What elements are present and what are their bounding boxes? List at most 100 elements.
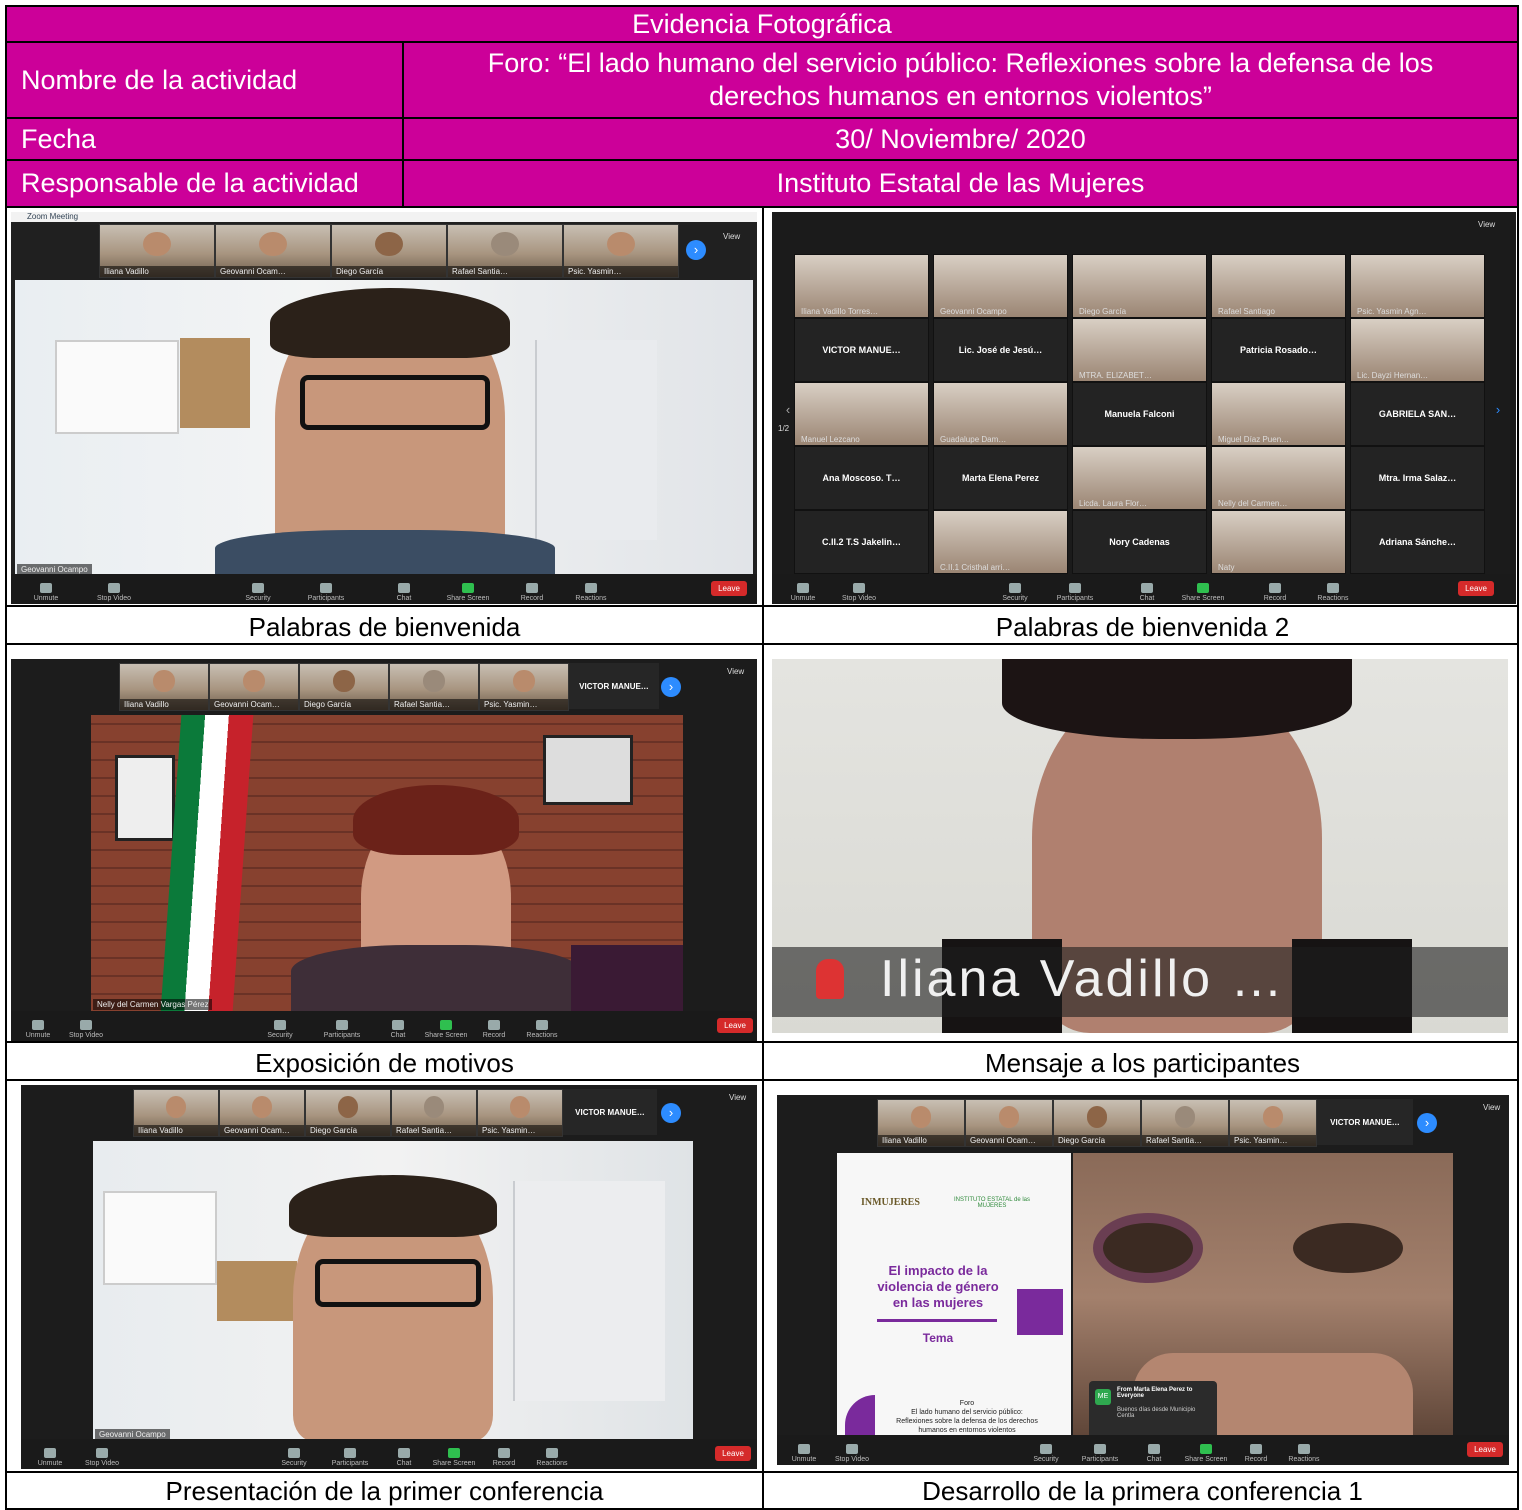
record-button[interactable]: Record: [507, 583, 557, 602]
gallery-tile[interactable]: Guadalupe Dam…: [933, 382, 1068, 446]
gallery-tile[interactable]: Manuela Falconi: [1072, 382, 1207, 446]
leave-button[interactable]: Leave: [1458, 581, 1494, 596]
view-button[interactable]: View: [1483, 1103, 1500, 1112]
gallery-tile[interactable]: Rafael Santiago: [1211, 254, 1346, 318]
participants-button[interactable]: Participants: [325, 1448, 375, 1467]
chat-button[interactable]: Chat: [379, 583, 429, 602]
gallery-tile[interactable]: Patricia Rosado…: [1211, 318, 1346, 382]
prev-page-icon[interactable]: ‹: [778, 400, 798, 420]
participants-button[interactable]: Participants: [1050, 583, 1100, 602]
gallery-tile[interactable]: C.II.2 T.S Jakelin…: [794, 510, 929, 574]
next-page-icon[interactable]: ›: [1488, 400, 1508, 420]
reactions-button[interactable]: Reactions: [527, 1448, 577, 1467]
gallery-tile[interactable]: Lic. Dayzi Hernan…: [1350, 318, 1485, 382]
thumb-1[interactable]: Iliana Vadillo: [119, 663, 209, 711]
leave-button[interactable]: Leave: [715, 1446, 751, 1461]
gallery-tile[interactable]: Diego García: [1072, 254, 1207, 318]
gallery-tile[interactable]: Miguel Díaz Puen…: [1211, 382, 1346, 446]
record-button[interactable]: Record: [479, 1448, 529, 1467]
reactions-button[interactable]: Reactions: [1279, 1444, 1329, 1463]
security-button[interactable]: Security: [255, 1020, 305, 1039]
gallery-tile[interactable]: Naty: [1211, 510, 1346, 574]
view-button[interactable]: View: [1478, 220, 1495, 229]
share-screen-button[interactable]: Share Screen: [1181, 1444, 1231, 1463]
video-button[interactable]: Stop Video: [834, 583, 884, 602]
thumb-4[interactable]: Rafael Santia…: [447, 224, 563, 278]
gallery-tile[interactable]: MTRA. ELIZABET…: [1072, 318, 1207, 382]
gallery-tile[interactable]: Ana Moscoso. T…: [794, 446, 929, 510]
gallery-tile[interactable]: Manuel Lezcano: [794, 382, 929, 446]
thumb-4[interactable]: Rafael Santia…: [389, 663, 479, 711]
thumb-3[interactable]: Diego García: [331, 224, 447, 278]
share-screen-button[interactable]: Share Screen: [429, 1448, 479, 1467]
thumb-5[interactable]: Psic. Yasmin…: [477, 1089, 563, 1137]
next-arrow-icon[interactable]: ›: [686, 240, 706, 260]
chat-button[interactable]: Chat: [373, 1020, 423, 1039]
record-button[interactable]: Record: [1250, 583, 1300, 602]
security-button[interactable]: Security: [990, 583, 1040, 602]
view-button[interactable]: View: [729, 1093, 746, 1102]
thumb-3[interactable]: Diego García: [299, 663, 389, 711]
chat-button[interactable]: Chat: [1129, 1444, 1179, 1463]
next-arrow-icon[interactable]: ›: [1417, 1113, 1437, 1133]
mute-button[interactable]: Unmute: [21, 583, 71, 602]
gallery-tile[interactable]: Psic. Yasmin Agn…: [1350, 254, 1485, 318]
video-button[interactable]: Stop Video: [77, 1448, 127, 1467]
next-arrow-icon[interactable]: ›: [661, 677, 681, 697]
record-button[interactable]: Record: [1231, 1444, 1281, 1463]
thumb-4[interactable]: Rafael Santia…: [391, 1089, 477, 1137]
security-button[interactable]: Security: [233, 583, 283, 602]
thumb-6[interactable]: VICTOR MANUE…: [563, 1089, 657, 1135]
mute-button[interactable]: Unmute: [778, 583, 828, 602]
record-button[interactable]: Record: [469, 1020, 519, 1039]
participants-button[interactable]: Participants: [1075, 1444, 1125, 1463]
participants-button[interactable]: Participants: [317, 1020, 367, 1039]
thumb-1[interactable]: Iliana Vadillo: [133, 1089, 219, 1137]
view-button[interactable]: View: [727, 667, 744, 676]
video-button[interactable]: Stop Video: [827, 1444, 877, 1463]
thumb-3[interactable]: Diego García: [1053, 1099, 1141, 1147]
chat-button[interactable]: Chat: [1122, 583, 1172, 602]
gallery-tile[interactable]: GABRIELA SAN…: [1350, 382, 1485, 446]
next-arrow-icon[interactable]: ›: [661, 1103, 681, 1123]
leave-button[interactable]: Leave: [1467, 1442, 1503, 1457]
gallery-tile[interactable]: Lic. José de Jesú…: [933, 318, 1068, 382]
thumb-6[interactable]: VICTOR MANUE…: [569, 663, 659, 709]
thumb-4[interactable]: Rafael Santia…: [1141, 1099, 1229, 1147]
security-button[interactable]: Security: [269, 1448, 319, 1467]
chat-popup[interactable]: ME From Marta Elena Perez to Everyone Bu…: [1089, 1381, 1217, 1439]
reactions-button[interactable]: Reactions: [517, 1020, 567, 1039]
thumb-1[interactable]: Iliana Vadillo: [99, 224, 215, 278]
gallery-tile[interactable]: Iliana Vadillo Torres…: [794, 254, 929, 318]
view-button[interactable]: View: [723, 232, 740, 241]
gallery-tile[interactable]: Licda. Laura Flor…: [1072, 446, 1207, 510]
leave-button[interactable]: Leave: [717, 1018, 753, 1033]
gallery-tile[interactable]: Geovanni Ocampo: [933, 254, 1068, 318]
gallery-tile[interactable]: VICTOR MANUE…: [794, 318, 929, 382]
gallery-tile[interactable]: Mtra. Irma Salaz…: [1350, 446, 1485, 510]
leave-button[interactable]: Leave: [711, 581, 747, 596]
thumb-5[interactable]: Psic. Yasmin…: [479, 663, 569, 711]
security-button[interactable]: Security: [1021, 1444, 1071, 1463]
thumb-5[interactable]: Psic. Yasmin…: [563, 224, 679, 278]
share-screen-button[interactable]: Share Screen: [1178, 583, 1228, 602]
thumb-6[interactable]: VICTOR MANUE…: [1317, 1099, 1413, 1145]
video-button[interactable]: Stop Video: [89, 583, 139, 602]
thumb-3[interactable]: Diego García: [305, 1089, 391, 1137]
gallery-tile[interactable]: Adriana Sánche…: [1350, 510, 1485, 574]
gallery-tile[interactable]: C.II.1 Cristhal arri…: [933, 510, 1068, 574]
chat-button[interactable]: Chat: [379, 1448, 429, 1467]
thumb-1[interactable]: Iliana Vadillo: [877, 1099, 965, 1147]
mute-button[interactable]: Unmute: [779, 1444, 829, 1463]
participants-button[interactable]: Participants: [301, 583, 351, 602]
thumb-2[interactable]: Geovanni Ocam…: [215, 224, 331, 278]
reactions-button[interactable]: Reactions: [1308, 583, 1358, 602]
mute-button[interactable]: Unmute: [13, 1020, 63, 1039]
thumb-2[interactable]: Geovanni Ocam…: [219, 1089, 305, 1137]
gallery-tile[interactable]: Nory Cadenas: [1072, 510, 1207, 574]
video-button[interactable]: Stop Video: [61, 1020, 111, 1039]
share-screen-button[interactable]: Share Screen: [443, 583, 493, 602]
gallery-tile[interactable]: Nelly del Carmen…: [1211, 446, 1346, 510]
mute-button[interactable]: Unmute: [25, 1448, 75, 1467]
thumb-2[interactable]: Geovanni Ocam…: [209, 663, 299, 711]
